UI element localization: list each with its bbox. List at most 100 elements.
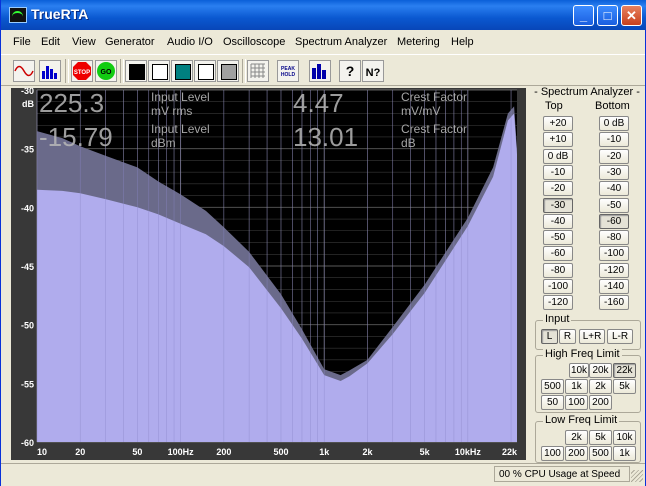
top-level-button[interactable]: +10 — [543, 132, 573, 148]
bottom-level-button[interactable]: -20 — [599, 148, 629, 164]
low-freq-button[interactable]: 1k — [613, 446, 636, 461]
y-tick-label: -30 — [21, 88, 34, 96]
bottom-level-button[interactable]: 0 dB — [599, 116, 629, 131]
y-tick-label: -50 — [21, 321, 34, 331]
x-tick-label: 2k — [362, 447, 373, 457]
menu-spectrum-analyzer[interactable]: Spectrum Analyzer — [295, 36, 387, 48]
menu-generator[interactable]: Generator — [105, 36, 155, 48]
crest-factor-unit: mV/mV — [401, 104, 440, 118]
menu-file[interactable]: File — [13, 36, 31, 48]
bottom-level-button[interactable]: -50 — [599, 197, 629, 213]
top-level-button[interactable]: +20 — [543, 116, 573, 131]
high-freq-button[interactable]: 20k — [589, 363, 612, 378]
panel-title: - Spectrum Analyzer - — [534, 86, 640, 98]
swatch-fill — [175, 64, 191, 80]
low-freq-button[interactable]: 5k — [589, 430, 612, 445]
input-label: Input — [543, 313, 572, 325]
bottom-level-button[interactable]: -140 — [599, 279, 629, 294]
top-level-button[interactable]: -50 — [543, 230, 573, 246]
minimize-button[interactable]: _ — [573, 5, 594, 26]
bottom-level-button[interactable]: -160 — [599, 295, 629, 311]
input-channel-button[interactable]: R — [559, 329, 576, 344]
top-level-button[interactable]: -80 — [543, 262, 573, 278]
high-freq-button[interactable]: 50 — [541, 395, 564, 410]
teal-swatch-icon[interactable] — [171, 60, 193, 82]
app-window: TrueRTA _ □ ✕ File Edit View Generator A… — [0, 0, 646, 486]
menu-view[interactable]: View — [72, 36, 96, 48]
stop-icon[interactable]: STOP — [71, 60, 93, 82]
bottom-level-button[interactable]: -40 — [599, 181, 629, 197]
low-freq-button[interactable]: 10k — [613, 430, 636, 445]
low-freq-button[interactable]: 100 — [541, 446, 564, 461]
low-freq-button[interactable]: 2k — [565, 430, 588, 445]
menu-audio-io[interactable]: Audio I/O — [167, 36, 213, 48]
bottom-level-button[interactable]: -100 — [599, 246, 629, 262]
help-icon[interactable]: ? — [339, 60, 361, 82]
high-freq-button[interactable]: 100 — [565, 395, 588, 410]
grid-icon[interactable] — [247, 60, 269, 82]
crest-factor-label: Crest Factor — [401, 122, 467, 136]
input-level-mv-readout: 225.3 — [39, 88, 104, 118]
y-tick-label: -40 — [21, 203, 34, 213]
bottom-level-button[interactable]: -30 — [599, 164, 629, 180]
top-level-button[interactable]: 0 dB — [543, 148, 573, 164]
menu-edit[interactable]: Edit — [41, 36, 60, 48]
bottom-level-button[interactable]: -60 — [599, 213, 629, 229]
y-tick-label: -55 — [21, 379, 34, 389]
low-freq-label: Low Freq Limit — [543, 414, 620, 426]
bottom-level-button[interactable]: -80 — [599, 230, 629, 246]
high-freq-button[interactable]: 200 — [589, 395, 612, 410]
high-freq-button[interactable]: 10k — [569, 363, 589, 378]
swatch-fill — [152, 64, 168, 80]
high-freq-button[interactable]: 500 — [541, 379, 564, 394]
bottom-level-button[interactable]: -120 — [599, 262, 629, 278]
spectrum-plot[interactable]: -30 -35 -40 -45 -50 -55 -60 dB 10 20 50 100Hz 200 500… — [11, 88, 526, 460]
sine-wave-icon[interactable] — [13, 60, 35, 82]
x-tick-label: 500 — [273, 447, 288, 457]
input-channel-button[interactable]: L-R — [607, 329, 633, 344]
close-button[interactable]: ✕ — [621, 5, 642, 26]
menu-metering[interactable]: Metering — [397, 36, 440, 48]
go-icon[interactable]: GO — [95, 60, 117, 82]
app-icon — [9, 7, 27, 23]
top-level-button[interactable]: -10 — [543, 164, 573, 180]
spectrum-icon[interactable] — [39, 60, 61, 82]
top-level-button[interactable]: -30 — [543, 197, 573, 213]
cpu-usage-status: 00 % CPU Usage at Speed — [494, 466, 630, 482]
input-level-label: Input Level — [151, 90, 210, 104]
menu-oscilloscope[interactable]: Oscilloscope — [223, 36, 285, 48]
peak-hold-icon[interactable]: PEAK HOLD — [277, 60, 299, 82]
swatch-fill — [198, 64, 214, 80]
top-level-button[interactable]: -20 — [543, 181, 573, 197]
white-swatch-2-icon[interactable] — [194, 60, 216, 82]
white-swatch-icon[interactable] — [148, 60, 170, 82]
top-level-button[interactable]: -60 — [543, 246, 573, 262]
bottom-level-button[interactable]: -10 — [599, 132, 629, 148]
low-freq-button[interactable]: 200 — [565, 446, 588, 461]
black-swatch-icon[interactable] — [125, 60, 147, 82]
low-freq-button[interactable]: 500 — [589, 446, 612, 461]
title-bar[interactable]: TrueRTA _ □ ✕ — [1, 0, 646, 30]
high-freq-button[interactable]: 5k — [613, 379, 636, 394]
high-freq-button[interactable]: 2k — [589, 379, 612, 394]
top-level-button[interactable]: -40 — [543, 213, 573, 229]
stop-label: STOP — [74, 70, 90, 76]
maximize-button[interactable]: □ — [597, 5, 618, 26]
context-help-icon[interactable]: N? — [362, 60, 384, 82]
context-help-label: N? — [366, 67, 381, 79]
bars-icon[interactable] — [309, 60, 331, 82]
high-freq-button[interactable]: 22k — [613, 363, 636, 378]
crest-factor-ratio-readout: 4.47 — [293, 88, 344, 118]
menu-help[interactable]: Help — [451, 36, 474, 48]
x-tick-label: 10 — [37, 447, 47, 457]
y-tick-label: -60 — [21, 438, 34, 448]
top-level-button[interactable]: -100 — [543, 279, 573, 294]
resize-grip[interactable] — [631, 470, 643, 482]
crest-factor-label: Crest Factor — [401, 90, 467, 104]
top-level-button[interactable]: -120 — [543, 295, 573, 311]
input-channel-button[interactable]: L — [541, 329, 558, 344]
gray-swatch-icon[interactable] — [217, 60, 239, 82]
toolbar-separator — [242, 59, 246, 83]
input-channel-button[interactable]: L+R — [579, 329, 605, 344]
high-freq-button[interactable]: 1k — [565, 379, 588, 394]
